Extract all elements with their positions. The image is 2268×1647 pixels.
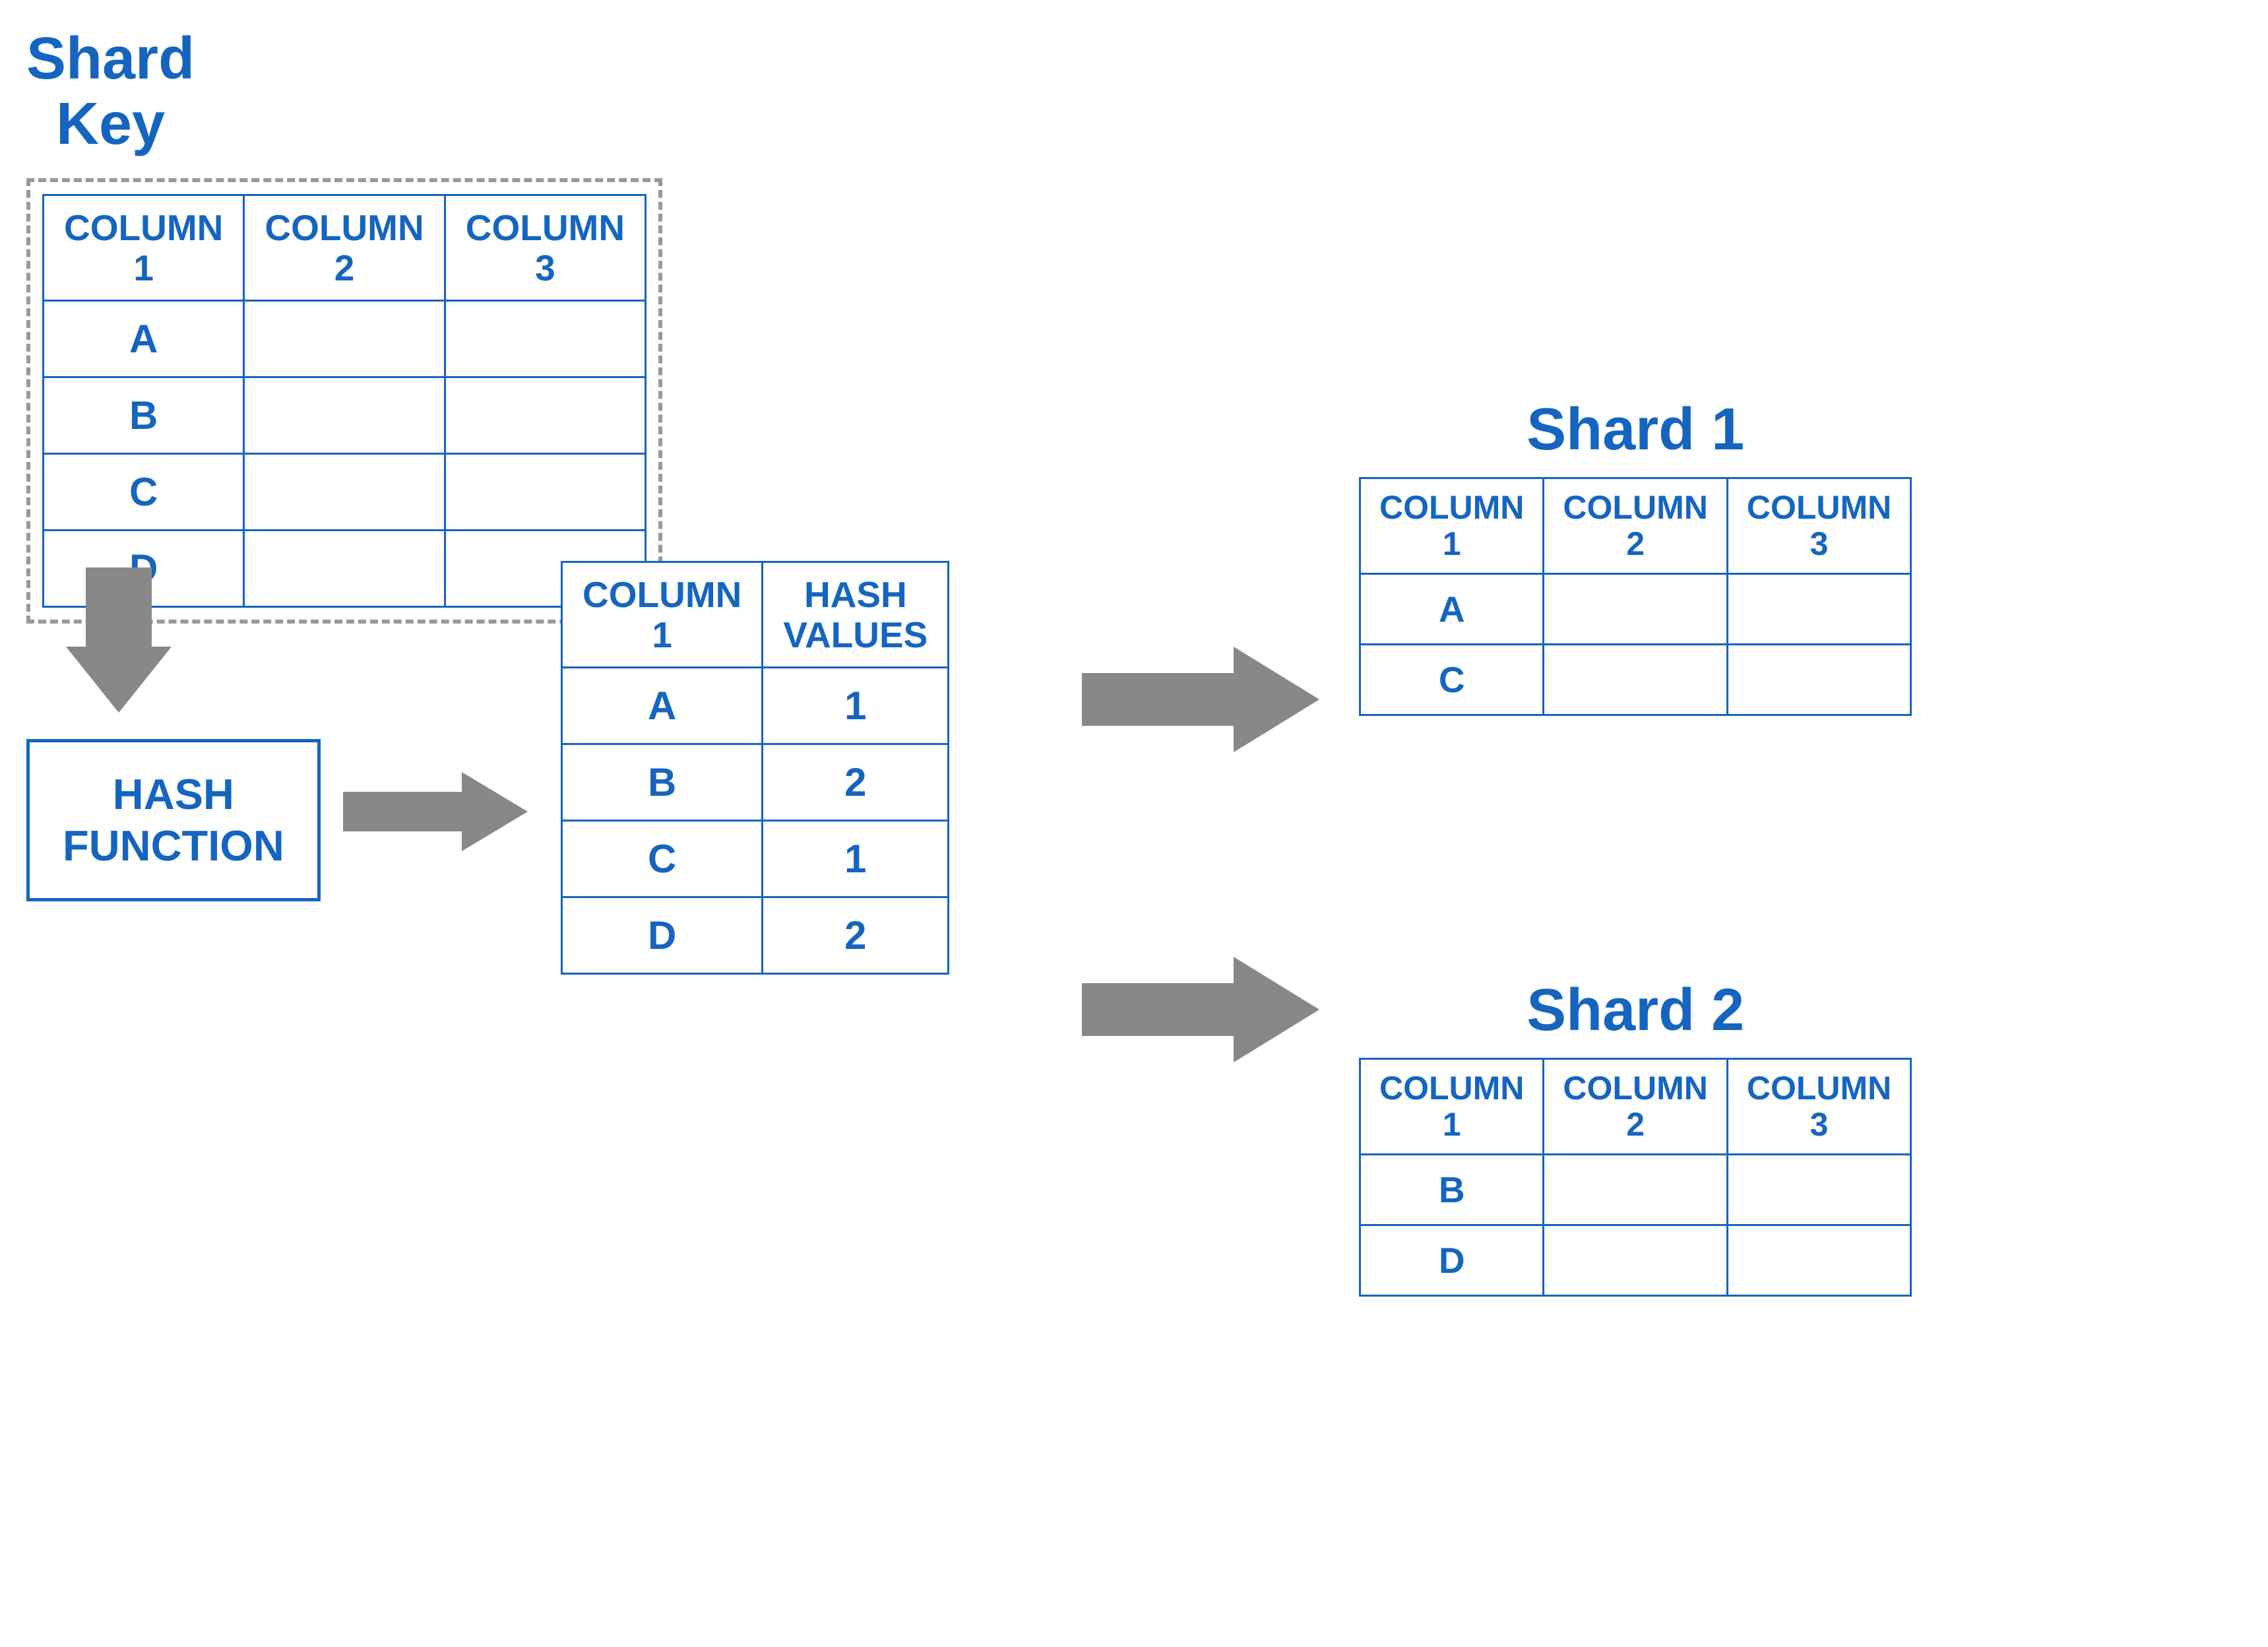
shard2-row-b-col3 bbox=[1727, 1155, 1910, 1225]
right-arrow-3-icon bbox=[1082, 944, 1319, 1076]
shard1-row-c-col2 bbox=[1544, 645, 1727, 715]
shard2-row-d-col3 bbox=[1727, 1225, 1910, 1296]
arrow-down bbox=[66, 567, 172, 716]
hash-row-b-val: 2 bbox=[763, 744, 949, 821]
source-col2-header: COLUMN2 bbox=[244, 195, 445, 301]
shard2-row-b-col2 bbox=[1544, 1155, 1727, 1225]
down-arrow-icon bbox=[66, 567, 172, 713]
shard2-col1-header: COLUMN1 bbox=[1360, 1059, 1544, 1155]
hash-row-b-col: B bbox=[562, 744, 763, 821]
table-row: B 2 bbox=[562, 744, 949, 821]
hash-col1-header: COLUMN1 bbox=[562, 562, 763, 668]
source-col1-header: COLUMN1 bbox=[44, 195, 244, 301]
shard1-container: Shard 1 COLUMN1 COLUMN2 COLUMN3 A C bbox=[1359, 396, 1912, 716]
source-table: COLUMN1 COLUMN2 COLUMN3 A B C D bbox=[42, 194, 646, 608]
shard2-row-d-col2 bbox=[1544, 1225, 1727, 1296]
hash-col2-header: HASHVALUES bbox=[763, 562, 949, 668]
table-row: A 1 bbox=[562, 668, 949, 744]
hash-row-a-col: A bbox=[562, 668, 763, 744]
shard1-row-c-col1: C bbox=[1360, 645, 1544, 715]
source-row-a-col3 bbox=[445, 301, 645, 377]
hash-row-d-val: 2 bbox=[763, 897, 949, 974]
shard1-row-a-col1: A bbox=[1360, 574, 1544, 645]
arrow-right-2 bbox=[1082, 633, 1319, 769]
shard1-row-a-col2 bbox=[1544, 574, 1727, 645]
shard2-container: Shard 2 COLUMN1 COLUMN2 COLUMN3 B D bbox=[1359, 977, 1912, 1297]
shard2-row-b-col1: B bbox=[1360, 1155, 1544, 1225]
shard1-col3-header: COLUMN3 bbox=[1727, 478, 1910, 574]
hash-function-box: HASHFUNCTION bbox=[26, 739, 321, 901]
table-row: B bbox=[44, 377, 646, 454]
hash-row-a-val: 1 bbox=[763, 668, 949, 744]
table-row: B bbox=[1360, 1155, 1911, 1225]
shard1-col1-header: COLUMN1 bbox=[1360, 478, 1544, 574]
source-row-b-col1: B bbox=[44, 377, 244, 454]
hash-row-c-val: 1 bbox=[763, 821, 949, 897]
hash-row-d-col: D bbox=[562, 897, 763, 974]
shard2-row-d-col1: D bbox=[1360, 1225, 1544, 1296]
arrow-right-1 bbox=[343, 759, 528, 868]
table-row: D bbox=[1360, 1225, 1911, 1296]
shard1-row-c-col3 bbox=[1727, 645, 1910, 715]
shard2-table: COLUMN1 COLUMN2 COLUMN3 B D bbox=[1359, 1058, 1912, 1297]
source-table-wrapper: COLUMN1 COLUMN2 COLUMN3 A B C D bbox=[26, 178, 662, 624]
shard-key-title: ShardKey bbox=[26, 26, 195, 157]
hash-table: COLUMN1 HASHVALUES A 1 B 2 C 1 D 2 bbox=[561, 561, 949, 975]
source-row-c-col1: C bbox=[44, 454, 244, 531]
shard1-row-a-col3 bbox=[1727, 574, 1910, 645]
shard1-table: COLUMN1 COLUMN2 COLUMN3 A C bbox=[1359, 477, 1912, 716]
shard1-col2-header: COLUMN2 bbox=[1544, 478, 1727, 574]
arrow-right-3 bbox=[1082, 944, 1319, 1079]
hash-row-c-col: C bbox=[562, 821, 763, 897]
source-row-c-col3 bbox=[445, 454, 645, 531]
right-arrow-2-icon bbox=[1082, 633, 1319, 765]
source-row-b-col2 bbox=[244, 377, 445, 454]
source-row-b-col3 bbox=[445, 377, 645, 454]
shard2-col3-header: COLUMN3 bbox=[1727, 1059, 1910, 1155]
shard2-col2-header: COLUMN2 bbox=[1544, 1059, 1727, 1155]
table-row: D 2 bbox=[562, 897, 949, 974]
source-row-c-col2 bbox=[244, 454, 445, 531]
table-row: C bbox=[1360, 645, 1911, 715]
source-row-a-col2 bbox=[244, 301, 445, 377]
shard1-title: Shard 1 bbox=[1359, 396, 1912, 464]
source-row-a-col1: A bbox=[44, 301, 244, 377]
table-row: C 1 bbox=[562, 821, 949, 897]
right-arrow-1-icon bbox=[343, 759, 528, 864]
source-row-d-col2 bbox=[244, 531, 445, 607]
table-row: C bbox=[44, 454, 646, 531]
table-row: A bbox=[44, 301, 646, 377]
table-row: A bbox=[1360, 574, 1911, 645]
hash-table-container: COLUMN1 HASHVALUES A 1 B 2 C 1 D 2 bbox=[561, 561, 949, 975]
source-col3-header: COLUMN3 bbox=[445, 195, 645, 301]
shard2-title: Shard 2 bbox=[1359, 977, 1912, 1045]
